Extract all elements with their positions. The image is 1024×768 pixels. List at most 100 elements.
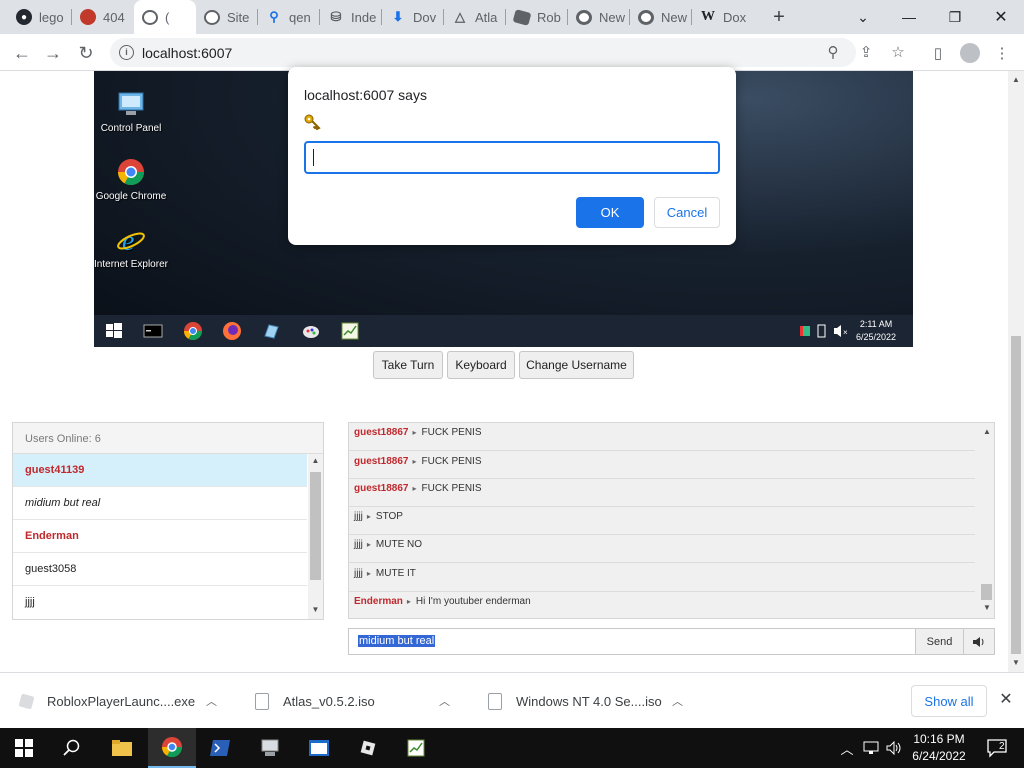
browser-tab[interactable]: ⚲ qen	[258, 0, 320, 34]
file-icon	[255, 692, 269, 710]
browser-tab-active[interactable]: (	[134, 0, 196, 34]
user-list-item[interactable]: jjjj	[13, 586, 307, 619]
search-icon[interactable]	[48, 728, 96, 768]
wikipedia-icon: W	[701, 9, 715, 24]
scroll-down-arrow-icon[interactable]: ▼	[979, 603, 994, 612]
vm-tray-icons[interactable]: ×	[798, 322, 858, 342]
change-username-button[interactable]: Change Username	[519, 351, 634, 379]
close-icon[interactable]: ✕	[996, 689, 1016, 711]
chat-text: FUCK PENIS	[421, 483, 482, 494]
speaker-icon[interactable]	[963, 628, 995, 655]
browser-tab[interactable]: ● lego	[8, 0, 72, 34]
powershell-icon[interactable]	[196, 728, 244, 768]
site-info-icon[interactable]: i	[119, 45, 134, 60]
browser-tab[interactable]: △ Atla	[444, 0, 506, 34]
window-app-icon[interactable]	[295, 728, 343, 768]
chrome-icon	[638, 9, 654, 25]
forward-button[interactable]: →	[39, 39, 67, 67]
chat-username[interactable]: jjjj	[354, 539, 363, 550]
restore-button[interactable]: ❐	[932, 0, 978, 34]
profile-avatar[interactable]	[956, 39, 984, 67]
browser-tab[interactable]: 404	[72, 0, 134, 34]
user-list-item[interactable]: guest3058	[13, 553, 307, 586]
users-scrollbar[interactable]: ▲ ▼	[308, 454, 323, 619]
share-icon[interactable]: ⇪	[852, 38, 880, 66]
close-window-button[interactable]: ✕	[978, 0, 1024, 34]
chevron-up-icon[interactable]: ︿	[206, 693, 217, 709]
vm-chrome-icon[interactable]	[183, 321, 203, 341]
roblox-icon[interactable]	[344, 728, 392, 768]
user-list-item[interactable]: guest41139	[13, 454, 307, 487]
windows-start-icon[interactable]	[0, 728, 48, 768]
download-item[interactable]: Atlas_v0.5.2.iso ︿	[255, 673, 467, 729]
tab-search-chevron-icon[interactable]: ⌄	[840, 0, 886, 34]
notepad-chart-icon[interactable]	[392, 728, 440, 768]
zoom-icon[interactable]: ⚲	[819, 38, 847, 66]
scroll-thumb[interactable]	[310, 472, 321, 580]
browser-tab[interactable]: New	[568, 0, 630, 34]
vm-taskbar: × 2:11 AM 6/25/2022	[94, 315, 913, 347]
dialog-input[interactable]	[304, 141, 720, 174]
desktop-icon-internet-explorer[interactable]: e Internet Explorer	[94, 225, 168, 270]
send-button[interactable]: Send	[915, 628, 964, 655]
browser-tab[interactable]: W Dox	[692, 0, 754, 34]
ok-button[interactable]: OK	[576, 197, 644, 228]
chat-username[interactable]: jjjj	[354, 511, 363, 522]
chevron-up-icon[interactable]: ︿	[672, 693, 683, 709]
user-list-item[interactable]: Enderman	[13, 520, 307, 553]
minimize-button[interactable]: —	[886, 0, 932, 34]
download-item[interactable]: Windows NT 4.0 Se....iso ︿	[488, 673, 700, 729]
keyboard-button[interactable]: Keyboard	[447, 351, 515, 379]
chat-scrollbar[interactable]: ▲ ▼	[979, 423, 994, 618]
scroll-thumb[interactable]	[981, 584, 992, 600]
vm-taskmanager-icon[interactable]	[340, 321, 360, 341]
volume-icon[interactable]	[884, 728, 906, 768]
chat-username[interactable]: guest18867	[354, 456, 408, 467]
taskbar-clock[interactable]: 10:16 PM 6/24/2022	[905, 731, 973, 765]
desktop-icon-control-panel[interactable]: Control Panel	[94, 89, 168, 134]
browser-tab[interactable]: New	[630, 0, 692, 34]
scroll-up-arrow-icon[interactable]: ▲	[979, 427, 994, 436]
page-scrollbar[interactable]: ▲ ▼	[1008, 71, 1024, 672]
notification-center-icon[interactable]: 2	[978, 728, 1016, 768]
vm-terminal-icon[interactable]	[143, 321, 163, 341]
scroll-thumb[interactable]	[1011, 336, 1021, 654]
device-manager-icon[interactable]	[246, 728, 294, 768]
browser-tab[interactable]: ⛁ Inde	[320, 0, 382, 34]
vm-firefox-icon[interactable]	[222, 321, 242, 341]
chat-username[interactable]: guest18867	[354, 427, 408, 438]
reload-button[interactable]: ↻	[72, 39, 100, 67]
vm-app-icon[interactable]	[261, 321, 281, 341]
user-list-item[interactable]: midium but real	[13, 487, 307, 520]
cancel-button[interactable]: Cancel	[654, 197, 720, 228]
new-tab-button[interactable]: +	[766, 4, 792, 30]
vm-clock: 2:11 AM 6/25/2022	[856, 318, 896, 344]
file-explorer-icon[interactable]	[98, 728, 146, 768]
scroll-up-arrow-icon[interactable]: ▲	[1008, 73, 1024, 87]
take-turn-button[interactable]: Take Turn	[373, 351, 443, 379]
chevron-up-icon[interactable]: ︿	[439, 693, 450, 709]
address-bar[interactable]: i localhost:6007 ⚲ ⇪ ☆	[110, 38, 905, 67]
chat-username[interactable]: guest18867	[354, 483, 408, 494]
chrome-icon[interactable]	[148, 728, 196, 768]
bookmark-star-icon[interactable]: ☆	[884, 38, 912, 66]
menu-kebab-icon[interactable]: ⋮	[988, 39, 1016, 67]
chat-username[interactable]: Enderman	[354, 596, 403, 607]
browser-tab[interactable]: ⬇ Dov	[382, 0, 444, 34]
browser-tab[interactable]: Site	[196, 0, 258, 34]
chat-input[interactable]: midium but real	[348, 628, 916, 655]
scroll-down-arrow-icon[interactable]: ▼	[1008, 656, 1024, 670]
chevron-up-icon[interactable]: ︿	[838, 728, 856, 768]
network-icon[interactable]	[860, 728, 882, 768]
vm-paint-icon[interactable]	[301, 321, 321, 341]
chat-username[interactable]: jjjj	[354, 568, 363, 579]
download-item[interactable]: RobloxPlayerLaunc....exe ︿	[18, 673, 234, 729]
vm-start-icon[interactable]	[104, 321, 124, 341]
browser-tab[interactable]: Rob	[506, 0, 568, 34]
desktop-icon-chrome[interactable]: Google Chrome	[94, 157, 168, 202]
show-all-button[interactable]: Show all	[911, 685, 987, 717]
scroll-down-arrow-icon[interactable]: ▼	[308, 605, 323, 614]
side-panel-icon[interactable]: ▯	[924, 39, 952, 67]
scroll-up-arrow-icon[interactable]: ▲	[308, 456, 323, 465]
back-button[interactable]: ←	[8, 39, 36, 67]
